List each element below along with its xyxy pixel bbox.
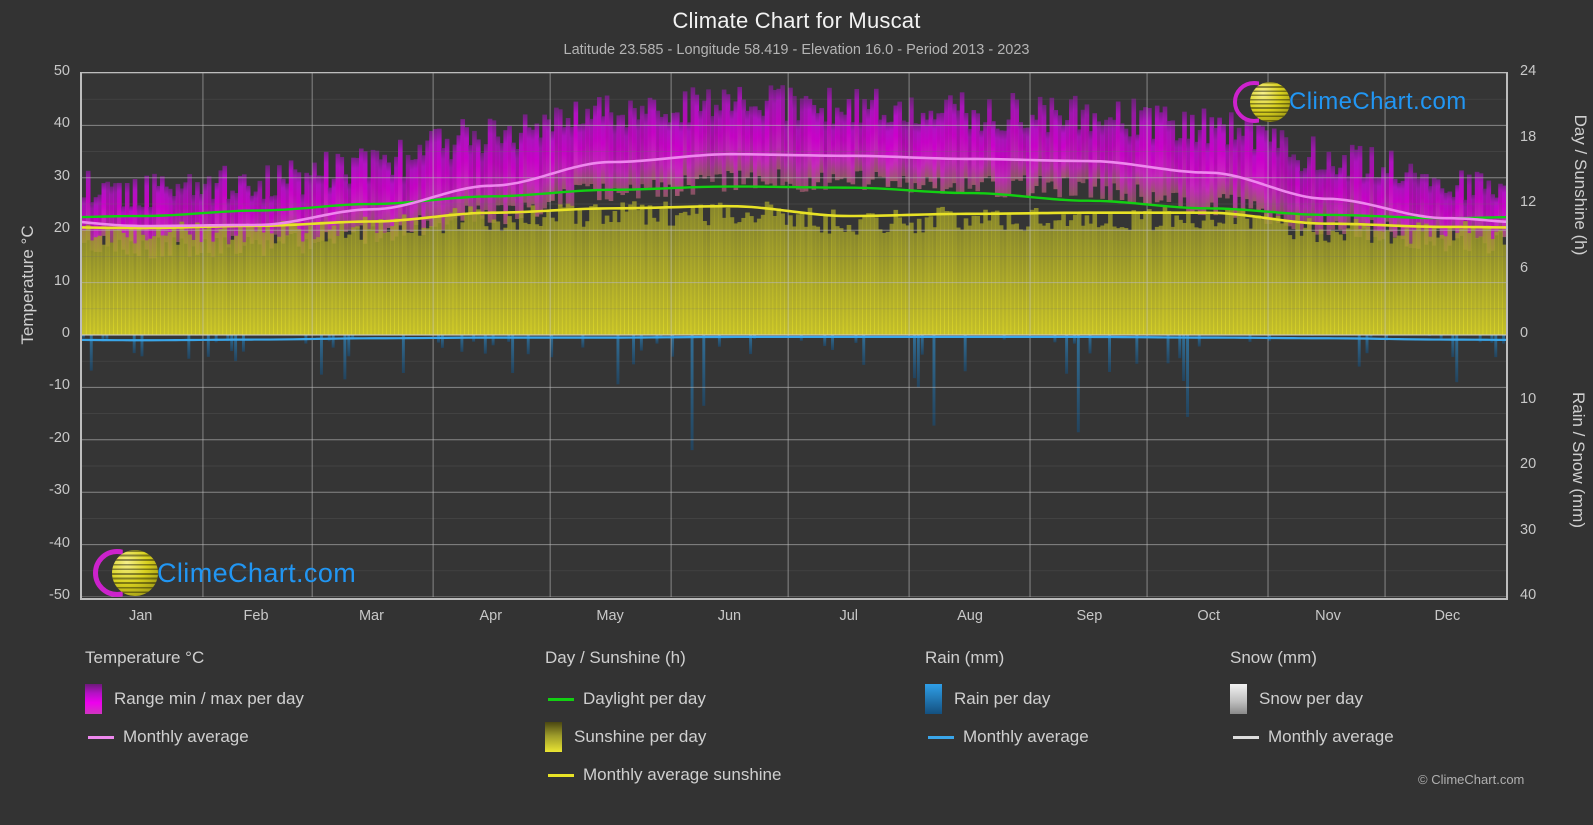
page-subtitle: Latitude 23.585 - Longitude 58.419 - Ele… (563, 42, 1030, 58)
legend-swatch-line (1233, 735, 1259, 739)
logo-wordmark: ClimeChart.com (157, 557, 357, 588)
legend-group-title: Temperature °C (85, 648, 205, 667)
logo-sphere-icon (112, 550, 158, 596)
plot-canvas (82, 73, 1506, 597)
x-tick-mar: Mar (358, 608, 384, 624)
legend-group-title: Rain (mm) (925, 648, 1005, 667)
watermark-logo-top: ClimeChart.com (1233, 78, 1467, 126)
chart-legend: Temperature °C Range min / max per day Mon… (0, 648, 1593, 808)
legend-item[interactable]: Monthly average (925, 718, 1089, 756)
legend-item-label: Sunshine per day (574, 727, 707, 746)
rain-average-line (82, 335, 1506, 342)
y-tick-left-10: 10 (53, 272, 70, 289)
legend-swatch-line (548, 697, 574, 701)
y-tick-left-30: 30 (53, 167, 70, 184)
legend-group-rain: Rain (mm) Rain per day Monthly average (925, 648, 1089, 756)
page-title: Climate Chart for Muscat (672, 8, 921, 33)
legend-group-title: Day / Sunshine (h) (545, 648, 686, 667)
legend-item[interactable]: Monthly average sunshine (545, 756, 781, 794)
climate-chart-figure: Climate Chart for Muscat Latitude 23.585… (0, 0, 1593, 825)
legend-item[interactable]: Monthly average (85, 718, 304, 756)
y-tick-left-50: 50 (53, 63, 70, 79)
y-tick-right-day-0: 0 (1520, 325, 1529, 341)
x-tick-dec: Dec (1434, 608, 1461, 624)
x-tick-may: May (596, 608, 624, 624)
watermark-logo-bottom: ClimeChart.com (93, 546, 356, 600)
legend-item-label: Monthly average (1268, 727, 1394, 746)
x-tick-jul: Jul (839, 608, 859, 624)
legend-swatch-box (85, 684, 102, 714)
legend-item-label: Monthly average sunshine (583, 765, 782, 784)
legend-item[interactable]: Rain per day (925, 680, 1089, 718)
y-tick-left-0: 0 (61, 325, 70, 341)
y-tick-right-day-6: 6 (1520, 259, 1529, 276)
y-tick-left-neg40: -40 (49, 534, 70, 551)
x-tick-apr: Apr (479, 608, 503, 624)
y-axis-right-top-title: Day / Sunshine (h) (1571, 114, 1590, 256)
legend-swatch-box (925, 684, 942, 714)
legend-group-snow: Snow (mm) Snow per day Monthly average (1230, 648, 1394, 756)
y-tick-right-rain-20: 20 (1520, 456, 1537, 472)
legend-swatch-box (1230, 684, 1247, 714)
legend-swatch-line (928, 735, 954, 739)
y-axis-right-bottom-title: Rain / Snow (mm) (1569, 391, 1588, 529)
rain-bars (82, 335, 1506, 451)
legend-item[interactable]: Daylight per day (545, 680, 781, 718)
y-tick-right-rain-40: 40 (1520, 587, 1537, 603)
y-tick-right-day-12: 12 (1520, 194, 1537, 210)
legend-item-label: Monthly average (963, 727, 1089, 746)
copyright-notice: © ClimeChart.com (1418, 772, 1525, 787)
x-tick-feb: Feb (243, 608, 269, 624)
plot-area (80, 72, 1508, 600)
y-tick-left-20: 20 (53, 220, 70, 237)
y-tick-left-neg20: -20 (49, 429, 70, 446)
y-tick-left-neg50: -50 (49, 587, 70, 603)
logo-sphere-icon (1250, 82, 1290, 122)
y-tick-left-neg10: -10 (49, 377, 70, 394)
y-tick-right-rain-30: 30 (1520, 521, 1537, 538)
x-tick-jun: Jun (717, 608, 742, 624)
legend-item-label: Rain per day (954, 689, 1051, 708)
legend-group-title: Snow (mm) (1230, 648, 1317, 667)
legend-item[interactable]: Snow per day (1230, 680, 1394, 718)
legend-item-label: Monthly average (123, 727, 249, 746)
legend-group-temperature: Temperature °C Range min / max per day Mon… (85, 648, 304, 756)
legend-swatch-box (545, 722, 562, 752)
legend-item[interactable]: Range min / max per day (85, 680, 304, 718)
legend-item-label: Daylight per day (583, 689, 706, 708)
y-tick-right-day-18: 18 (1520, 128, 1537, 145)
legend-item[interactable]: Monthly average (1230, 718, 1394, 756)
x-tick-sep: Sep (1076, 608, 1103, 624)
legend-swatch-line (88, 735, 114, 739)
x-tick-jan: Jan (128, 608, 153, 624)
x-tick-nov: Nov (1315, 608, 1341, 624)
y-tick-left-40: 40 (53, 115, 70, 132)
y-tick-left-neg30: -30 (49, 482, 70, 499)
y-tick-right-rain-10: 10 (1520, 390, 1537, 407)
legend-item-label: Snow per day (1259, 689, 1363, 708)
legend-swatch-line (548, 773, 574, 777)
x-tick-oct: Oct (1197, 608, 1220, 624)
legend-item-label: Range min / max per day (114, 689, 304, 708)
y-tick-right-day-24: 24 (1520, 63, 1537, 79)
x-tick-aug: Aug (957, 608, 983, 624)
legend-item[interactable]: Sunshine per day (545, 718, 781, 756)
legend-group-day-sunshine: Day / Sunshine (h) Daylight per day Sunshi… (545, 648, 781, 794)
logo-wordmark: ClimeChart.com (1289, 88, 1467, 115)
